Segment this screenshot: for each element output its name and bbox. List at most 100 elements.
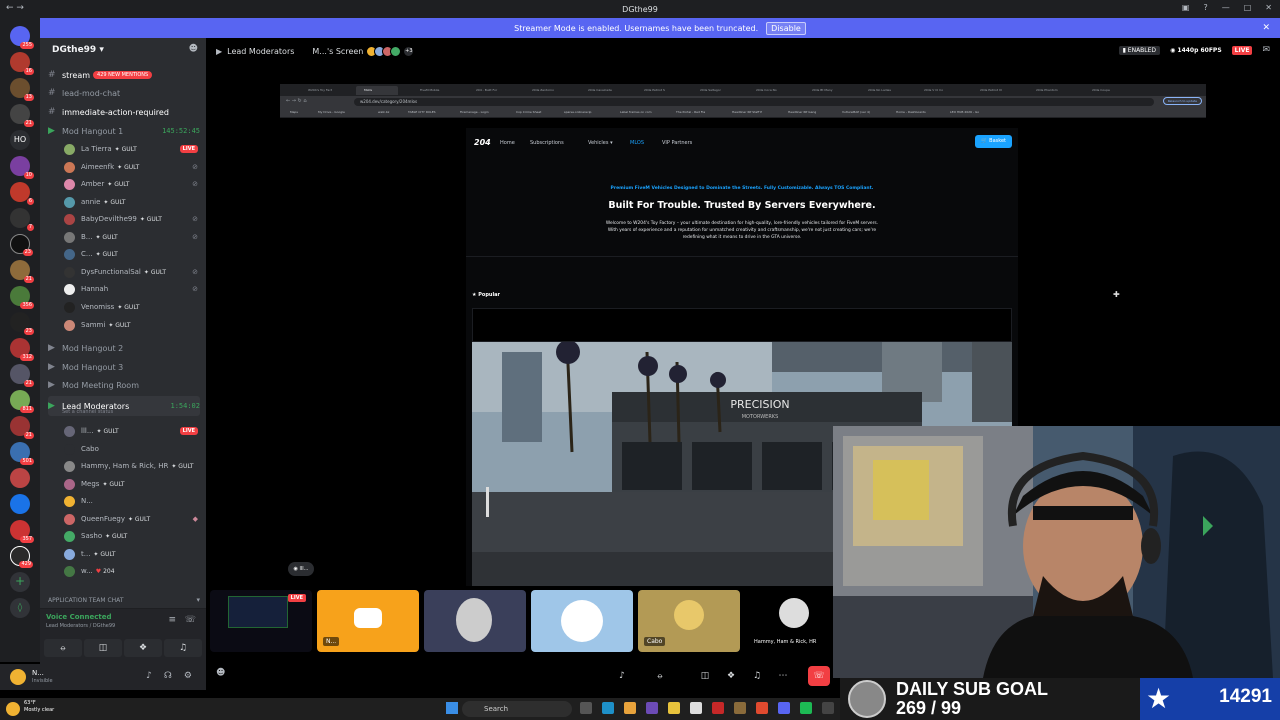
voice-member[interactable]: annie ✦ GULT <box>64 194 198 210</box>
browser-tab[interactable]: 204s Coupe <box>1084 86 1126 95</box>
voice-member[interactable]: DysFunctionalSal ✦ GULT ⊘ <box>64 264 198 280</box>
avatar[interactable] <box>10 669 26 685</box>
browser-tab[interactable]: 204s Patriot III <box>972 86 1014 95</box>
nav-subscriptions[interactable]: Subscriptions <box>530 140 564 146</box>
server-icon[interactable]: 13 <box>10 78 34 101</box>
server-icon[interactable] <box>10 494 30 514</box>
mic-icon[interactable]: ♪ <box>146 671 152 681</box>
app-icon[interactable] <box>690 702 702 714</box>
browser-tab[interactable]: 204s Cavalcade <box>580 86 622 95</box>
browser-tab[interactable]: MLOs <box>356 86 398 95</box>
voice-member[interactable]: Sasho ✦ GULT <box>64 528 198 544</box>
participant-tile[interactable]: Cabo <box>638 590 740 652</box>
invite-icon[interactable]: ☻ <box>216 668 225 678</box>
browser-tab[interactable]: W204's Toy Fact <box>300 86 342 95</box>
server-icon[interactable]: 357 <box>10 520 34 543</box>
nav-vip-partners[interactable]: VIP Partners <box>662 140 692 146</box>
voice-channel-path[interactable]: Lead Moderators / DGthe99 <box>46 623 115 629</box>
voice-member[interactable]: Venomiss ✦ GULT <box>64 299 198 315</box>
folder-icon[interactable] <box>668 702 680 714</box>
voice-channel-mod-meeting-room[interactable]: ▶ Mod Meeting Room <box>48 377 200 393</box>
server-icon[interactable]: 255 <box>10 26 34 49</box>
soundboard-icon[interactable]: ♫ <box>746 666 768 686</box>
bookmark[interactable]: Label frames on com <box>620 110 652 114</box>
voice-member[interactable]: C... ✦ GULT <box>64 246 198 262</box>
bookmark[interactable]: VultureMAP (ver 4) <box>842 110 870 114</box>
bookmark[interactable]: sparse.onlinerecip <box>564 110 591 114</box>
inbox-icon[interactable]: ▣ <box>1182 3 1190 12</box>
camera-off-button[interactable]: ⦵ <box>44 639 82 657</box>
basket-button[interactable]: 🛒 Basket <box>975 135 1012 148</box>
close-button[interactable]: ✕ <box>1265 3 1272 12</box>
voice-channel-mod-hangout-2[interactable]: ▶ Mod Hangout 2 <box>48 340 200 356</box>
server-icon[interactable]: 312 <box>10 338 34 361</box>
server-icon[interactable]: 501 <box>10 442 34 465</box>
nav-mlos[interactable]: MLOS <box>630 140 644 146</box>
bookmark[interactable]: LEO HUB 2026 - Go <box>950 110 979 114</box>
minimize-button[interactable]: — <box>1222 3 1230 12</box>
voice-member[interactable]: Hammy, Ham & Rick, HR ✦ GULT <box>64 458 198 474</box>
voice-member[interactable]: Aimeenfk ✦ GULT ⊘ <box>64 159 198 175</box>
server-icon[interactable]: 6 <box>10 182 34 205</box>
more-icon[interactable]: ⋯ <box>772 666 794 686</box>
spotify-icon[interactable] <box>800 702 812 714</box>
participant-tile[interactable]: LIVE <box>210 590 312 652</box>
guild-name[interactable]: DGthe99 ▾ <box>52 45 104 55</box>
server-icon[interactable]: 10 <box>10 156 34 179</box>
voice-channel-mod-hangout-1[interactable]: ▶ Mod Hangout 1 145:52:45 <box>48 123 200 139</box>
help-icon[interactable]: ? <box>1203 3 1207 12</box>
browser-tab[interactable]: 204s Zentorno <box>524 86 566 95</box>
browser-tab[interactable]: FiveM Mobile <box>412 86 454 95</box>
browser-tab[interactable]: 204s Saltagor <box>692 86 734 95</box>
bookmark[interactable]: My Drive - Google <box>318 110 345 114</box>
nav-vehicles[interactable]: Vehicles ▾ <box>588 140 613 146</box>
screen-share-icon[interactable]: ◫ <box>694 666 716 686</box>
voice-member[interactable]: w... ♥ 204 <box>64 563 198 579</box>
bookmark[interactable]: Maps <box>290 110 298 114</box>
server-icon[interactable]: 7 <box>10 208 34 231</box>
server-icon[interactable]: 16 <box>10 52 34 75</box>
windows-start-icon[interactable] <box>446 702 458 714</box>
disconnect-button[interactable]: ☏ <box>808 666 830 686</box>
gear-icon[interactable]: ⚙ <box>184 671 192 681</box>
server-icon[interactable]: 21 <box>10 260 34 283</box>
soundboard-button[interactable]: ♫ <box>164 639 202 657</box>
add-member-icon[interactable]: ☻ <box>189 44 198 54</box>
participant-tile[interactable] <box>424 590 526 652</box>
bookmark[interactable]: The Portal - Red Fla <box>676 110 705 114</box>
voice-member[interactable]: t... ✦ GULT <box>64 546 198 562</box>
camera-off-icon[interactable]: ⦵ <box>649 666 671 686</box>
server-icon[interactable]: 356 <box>10 286 34 309</box>
voice-channel-mod-hangout-3[interactable]: ▶ Mod Hangout 3 <box>48 359 200 375</box>
noise-suppression-icon[interactable]: ≡ <box>168 615 176 625</box>
maximize-button[interactable]: □ <box>1244 3 1252 12</box>
popular-card[interactable] <box>472 308 1012 342</box>
activities-button[interactable]: ❖ <box>124 639 162 657</box>
channel-lead-mod-chat[interactable]: # lead-mod-chat <box>48 85 200 101</box>
stream-avatar-chip[interactable]: ◉ lll... <box>288 562 314 576</box>
add-server-icon[interactable]: + <box>10 572 30 592</box>
chrome-icon[interactable] <box>756 702 768 714</box>
disable-button[interactable]: Disable <box>766 21 806 35</box>
browser-tab[interactable]: 204s Patriot S <box>636 86 678 95</box>
browser-tab[interactable]: 204 - Built For <box>468 86 510 95</box>
relaunch-button[interactable]: Relaunch to update <box>1162 97 1202 105</box>
nav-arrows[interactable]: ← → <box>6 3 24 13</box>
nav-icons[interactable]: ← → ↻ ⌂ <box>286 98 307 104</box>
task-view-icon[interactable] <box>580 702 592 714</box>
mic-icon[interactable]: ♪ <box>611 666 633 686</box>
headphones-icon[interactable]: ☊ <box>164 671 172 681</box>
voice-member[interactable]: N... <box>64 493 198 509</box>
app-icon[interactable] <box>734 702 746 714</box>
voice-member[interactable]: Hannah ⊘ <box>64 281 198 297</box>
voice-member[interactable]: BabyDevilthe99 ✦ GULT ⊘ <box>64 211 198 227</box>
voice-channel-lead-moderators[interactable]: ▶ Lead Moderators 1:54:02 Set a channel sta… <box>48 396 200 416</box>
server-icon[interactable]: 21 <box>10 364 34 387</box>
taskbar-search[interactable]: Search <box>462 701 572 717</box>
browser-tab[interactable]: 204s No Ladies <box>860 86 902 95</box>
acrobat-icon[interactable] <box>712 702 724 714</box>
bookmark[interactable]: TABLE CITY RULES <box>408 110 436 114</box>
disconnect-icon[interactable]: ☏ <box>185 615 196 625</box>
browser-tab[interactable]: 204s Coca No <box>748 86 790 95</box>
voice-member[interactable]: B... ✦ GULT ⊘ <box>64 229 198 245</box>
